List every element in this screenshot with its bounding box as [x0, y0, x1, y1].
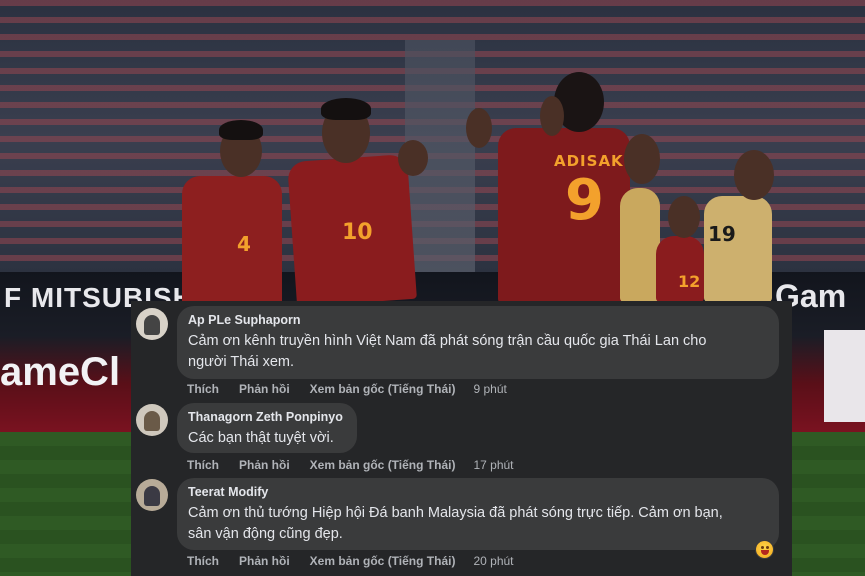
reply-button[interactable]: Phản hồi	[239, 382, 290, 396]
avatar[interactable]	[136, 404, 168, 436]
comment-time[interactable]: 9 phút	[473, 382, 506, 396]
jersey-number: 10	[342, 220, 373, 245]
avatar[interactable]	[136, 479, 168, 511]
comment-text-line: Cảm ơn thủ tướng Hiệp hội Đá banh Malays…	[188, 505, 723, 521]
comment-time[interactable]: 20 phút	[473, 554, 513, 568]
like-button[interactable]: Thích	[187, 554, 219, 568]
jersey-number: 9	[565, 168, 604, 233]
comment-author[interactable]: Ap PLe Suphaporn	[188, 313, 767, 328]
board-text-left-lower: ameCl	[0, 350, 121, 394]
comment-author[interactable]: Teerat Modify	[188, 485, 767, 500]
see-original-button[interactable]: Xem bản gốc (Tiếng Thái)	[310, 554, 456, 568]
player-hand	[466, 108, 492, 148]
comment-actions: Thích Phản hồi Xem bản gốc (Tiếng Thái) 20 …	[187, 554, 534, 568]
comment-actions: Thích Phản hồi Xem bản gốc (Tiếng Thái) 9 p…	[187, 382, 527, 396]
jersey-number: 4	[237, 232, 251, 256]
player-hand	[540, 96, 564, 136]
comment-time[interactable]: 17 phút	[473, 458, 513, 472]
like-button[interactable]: Thích	[187, 382, 219, 396]
player-hair	[219, 120, 263, 140]
avatar[interactable]	[136, 308, 168, 340]
player-head	[668, 196, 700, 238]
white-board	[824, 330, 865, 422]
jersey-number: 19	[708, 222, 736, 246]
see-original-button[interactable]: Xem bản gốc (Tiếng Thái)	[310, 458, 456, 472]
see-original-button[interactable]: Xem bản gốc (Tiếng Thái)	[310, 382, 456, 396]
player-hand	[398, 140, 428, 176]
player-12	[656, 236, 704, 302]
reply-button[interactable]: Phản hồi	[239, 458, 290, 472]
player-head	[624, 134, 660, 184]
comment-text-line: Các bạn thật tuyệt vời.	[188, 430, 334, 446]
player-yellow	[620, 188, 660, 302]
comment-author[interactable]: Thanagorn Zeth Ponpinyo	[188, 410, 345, 425]
comments-panel: Ap PLe Suphaporn Cảm ơn kênh truyền hình…	[131, 301, 792, 576]
player-hair	[321, 98, 371, 120]
player-4	[182, 176, 282, 306]
comment-text-line: sân vận động cũng đẹp.	[188, 526, 343, 542]
reply-button[interactable]: Phản hồi	[239, 554, 290, 568]
comment-bubble: Ap PLe Suphaporn Cảm ơn kênh truyền hình…	[177, 306, 779, 379]
grinning-face-emoji-icon[interactable]	[755, 540, 774, 559]
player-head	[734, 150, 774, 200]
player-19	[704, 196, 772, 302]
jersey-number: 12	[678, 272, 701, 291]
comment-bubble: Teerat Modify Cảm ơn thủ tướng Hiệp hội …	[177, 478, 779, 550]
comment-text-line: Cảm ơn kênh truyền hình Việt Nam đã phát…	[188, 333, 707, 349]
comment-text-line: người Thái xem.	[188, 354, 294, 370]
like-button[interactable]: Thích	[187, 458, 219, 472]
comment-actions: Thích Phản hồi Xem bản gốc (Tiếng Thái) 17 …	[187, 458, 534, 472]
comment-bubble: Thanagorn Zeth Ponpinyo Các bạn thật tuy…	[177, 403, 357, 453]
